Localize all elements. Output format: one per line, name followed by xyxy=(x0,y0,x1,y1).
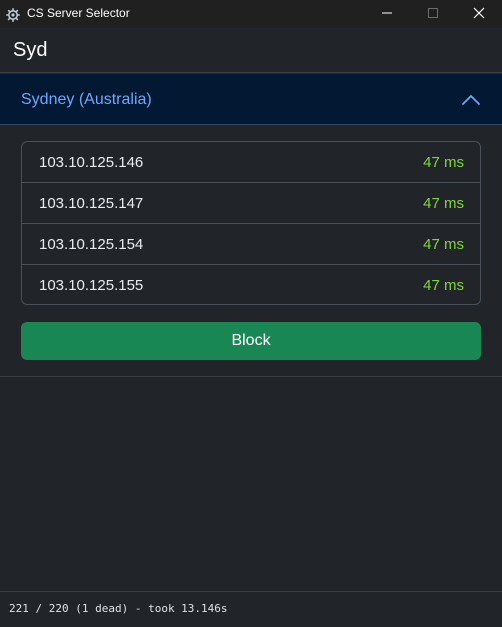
server-ping: 47 ms xyxy=(423,236,464,253)
window-title: CS Server Selector xyxy=(27,6,130,20)
status-bar: 221 / 220 (1 dead) - took 13.146s xyxy=(0,591,502,627)
region-accordion-header[interactable]: Sydney (Australia) xyxy=(0,74,502,125)
maximize-icon xyxy=(427,4,439,23)
region-label: Sydney (Australia) xyxy=(21,91,152,108)
server-list: 103.10.125.146 47 ms 103.10.125.147 47 m… xyxy=(21,141,481,305)
server-ping: 47 ms xyxy=(423,277,464,294)
server-row[interactable]: 103.10.125.147 47 ms xyxy=(22,183,480,224)
server-ip: 103.10.125.154 xyxy=(39,236,144,253)
title-bar: CS Server Selector xyxy=(0,0,502,27)
maximize-button[interactable] xyxy=(410,0,456,27)
minimize-icon xyxy=(381,4,393,23)
server-ip: 103.10.125.146 xyxy=(39,154,144,171)
minimize-button[interactable] xyxy=(364,0,410,27)
server-row[interactable]: 103.10.125.146 47 ms xyxy=(22,142,480,183)
close-icon xyxy=(473,4,485,23)
close-button[interactable] xyxy=(456,0,502,27)
page-header: Syd xyxy=(0,27,502,73)
app-window: CS Server Selector Syd Sydney (Australia… xyxy=(0,0,502,627)
page-title: Syd xyxy=(13,39,48,61)
gear-icon xyxy=(6,7,20,22)
chevron-up-icon xyxy=(460,92,482,106)
block-button[interactable]: Block xyxy=(21,322,481,360)
server-row[interactable]: 103.10.125.155 47 ms xyxy=(22,265,480,304)
region-accordion-body: 103.10.125.146 47 ms 103.10.125.147 47 m… xyxy=(0,125,502,377)
server-row[interactable]: 103.10.125.154 47 ms xyxy=(22,224,480,265)
server-ping: 47 ms xyxy=(423,154,464,171)
server-ip: 103.10.125.155 xyxy=(39,277,144,294)
status-text: 221 / 220 (1 dead) - took 13.146s xyxy=(9,602,228,615)
server-ip: 103.10.125.147 xyxy=(39,195,144,212)
server-ping: 47 ms xyxy=(423,195,464,212)
